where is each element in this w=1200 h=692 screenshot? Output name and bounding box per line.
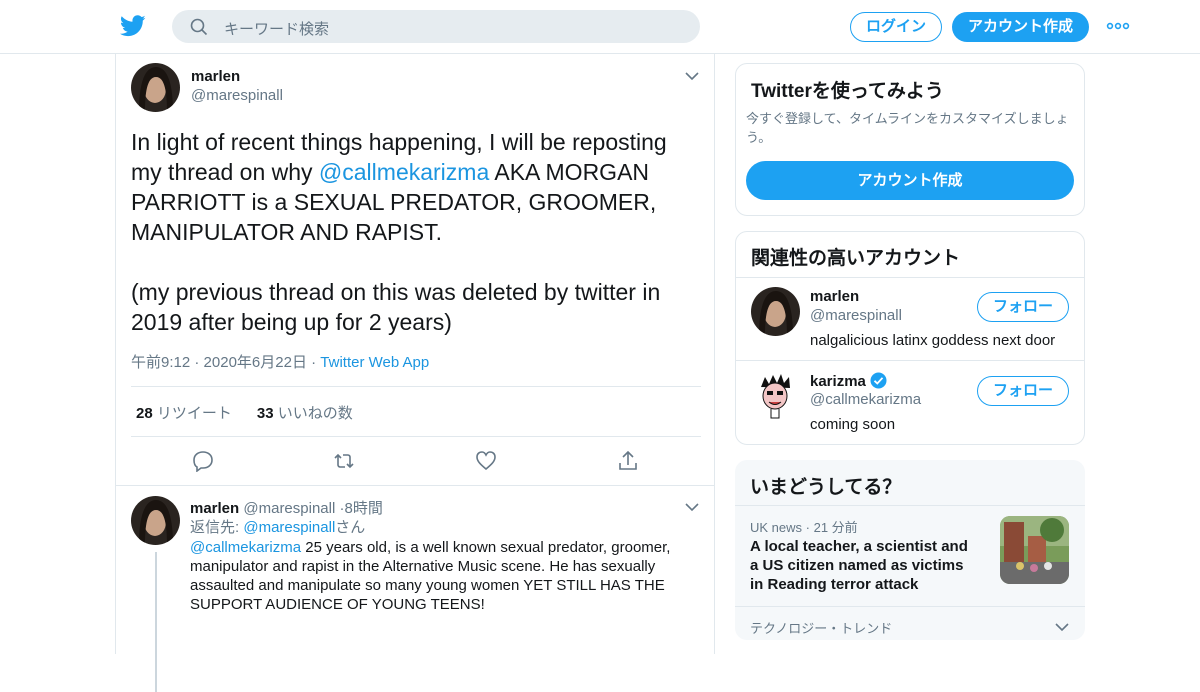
related-account-row[interactable]: karizma @callmekarizma coming soon フォロー bbox=[736, 361, 1084, 444]
trends-card-title: いまどうしてる？ bbox=[750, 477, 902, 498]
reply-to-handle[interactable]: @marespinall bbox=[243, 519, 335, 536]
share-icon[interactable] bbox=[617, 450, 639, 472]
mention-link[interactable]: @callmekarizma bbox=[190, 539, 301, 556]
trend-thumbnail-image bbox=[1000, 516, 1069, 584]
tweet-stats: 28 リツイート 33 いいねの数 bbox=[136, 402, 353, 423]
related-account-row[interactable]: marlen @marespinall nalgalicious latinx … bbox=[736, 278, 1084, 360]
reply-to-suffix: さん bbox=[335, 519, 366, 536]
twitter-logo-icon[interactable] bbox=[120, 14, 146, 38]
reply-age[interactable]: 8時間 bbox=[344, 500, 382, 517]
signup-card: Twitterを使ってみよう 今すぐ登録して、タイムラインをカスタマイズしましょ… bbox=[735, 63, 1085, 216]
trend-item[interactable]: UK news · 21 分前 A local teacher, a scien… bbox=[735, 506, 1085, 606]
reply-icon[interactable] bbox=[192, 450, 214, 472]
author-avatar-image bbox=[131, 63, 180, 112]
reply-text: @callmekarizma 25 years old, is a well k… bbox=[190, 538, 700, 614]
avatar[interactable] bbox=[751, 371, 800, 420]
trend-source: UK news bbox=[750, 520, 803, 535]
trends-card: いまどうしてる？ UK news · 21 分前 A local teacher… bbox=[735, 460, 1085, 640]
related-account-avatar-image bbox=[751, 371, 800, 420]
verified-badge-icon bbox=[870, 372, 887, 389]
related-account-name[interactable]: marlen bbox=[810, 288, 859, 305]
login-button[interactable]: ログイン bbox=[850, 12, 942, 42]
author-handle[interactable]: @marespinall bbox=[191, 87, 283, 104]
reply-header: marlen @marespinall ·8時間 bbox=[190, 497, 383, 518]
search-bar[interactable]: キーワード検索 bbox=[172, 10, 700, 43]
related-account-bio: coming soon bbox=[810, 416, 896, 433]
search-icon bbox=[190, 18, 208, 36]
trend-category[interactable]: テクノロジー・トレンド bbox=[750, 618, 892, 637]
mention-link[interactable]: @callmekarizma bbox=[319, 159, 489, 185]
follow-button[interactable]: フォロー bbox=[977, 292, 1069, 322]
avatar[interactable] bbox=[131, 496, 180, 545]
retweet-count-label: リツイート bbox=[156, 405, 232, 422]
related-account-bio: nalgalicious latinx goddess next door bbox=[810, 332, 1056, 349]
top-bar: キーワード検索 ログイン アカウント作成 bbox=[0, 0, 1200, 54]
divider bbox=[131, 436, 701, 437]
trend-source-line: UK news · 21 分前 bbox=[750, 520, 858, 535]
tweet-text: In light of recent things happening, I w… bbox=[131, 127, 701, 337]
author-name[interactable]: marlen bbox=[191, 68, 240, 85]
trend-thumbnail[interactable] bbox=[1000, 516, 1069, 584]
reply-to-prefix: 返信先: bbox=[190, 519, 244, 536]
related-accounts-card: 関連性の高いアカウント marlen @marespinall nalgalic… bbox=[735, 231, 1085, 445]
follow-button[interactable]: フォロー bbox=[977, 376, 1069, 406]
retweet-count-value: 28 bbox=[136, 405, 153, 422]
tweet-text-part: AKA MORGAN PARRIOTT is a SEXUAL PREDATOR… bbox=[131, 159, 661, 335]
tweet-app[interactable]: Twitter Web App bbox=[320, 354, 429, 371]
avatar[interactable] bbox=[131, 63, 180, 112]
like-count[interactable]: 33 いいねの数 bbox=[257, 405, 353, 422]
signup-button[interactable]: アカウント作成 bbox=[952, 12, 1089, 42]
tweet-meta: 午前9:12 · 2020年6月22日 · Twitter Web App bbox=[131, 354, 430, 371]
related-account-name-wrap[interactable]: karizma bbox=[810, 372, 887, 390]
related-card-title: 関連性の高いアカウント bbox=[751, 248, 961, 269]
search-input[interactable]: キーワード検索 bbox=[224, 18, 329, 39]
more-icon[interactable] bbox=[1106, 18, 1130, 34]
retweet-icon[interactable] bbox=[333, 450, 355, 472]
main-timeline: marlen @marespinall In light of recent t… bbox=[115, 54, 715, 692]
related-account-handle[interactable]: @callmekarizma bbox=[810, 391, 921, 408]
tweet-time[interactable]: 午前9:12 bbox=[131, 354, 190, 371]
signup-card-title: Twitterを使ってみよう bbox=[751, 81, 944, 102]
tweet-date[interactable]: 2020年6月22日 bbox=[204, 354, 307, 371]
chevron-down-icon[interactable] bbox=[685, 502, 699, 512]
chevron-down-icon[interactable] bbox=[1055, 622, 1069, 632]
reply-author-avatar-image bbox=[131, 496, 180, 545]
signup-card-button[interactable]: アカウント作成 bbox=[746, 161, 1074, 200]
like-icon[interactable] bbox=[475, 450, 497, 472]
thread-line bbox=[155, 552, 157, 692]
avatar[interactable] bbox=[751, 287, 800, 336]
divider bbox=[735, 606, 1085, 607]
reply-tweet[interactable]: marlen @marespinall ·8時間 返信先: @marespina… bbox=[116, 485, 714, 692]
like-count-value: 33 bbox=[256, 405, 274, 422]
related-account-avatar-image bbox=[751, 287, 800, 336]
reply-author-name[interactable]: marlen bbox=[190, 500, 239, 517]
related-account-name[interactable]: karizma bbox=[810, 373, 866, 390]
divider bbox=[131, 386, 701, 387]
related-account-handle[interactable]: @marespinall bbox=[810, 307, 902, 324]
chevron-down-icon[interactable] bbox=[685, 71, 699, 81]
reply-to-line: 返信先: @marespinallさん bbox=[190, 518, 700, 537]
signup-card-description: 今すぐ登録して、タイムラインをカスタマイズしましょう。 bbox=[746, 111, 1069, 145]
like-count-label: いいねの数 bbox=[277, 405, 353, 422]
trend-age: 21 分前 bbox=[813, 520, 858, 535]
trend-headline[interactable]: A local teacher, a scientist and a US ci… bbox=[750, 537, 980, 594]
retweet-count[interactable]: 28 リツイート bbox=[136, 405, 232, 422]
reply-author-handle[interactable]: @marespinall bbox=[243, 500, 335, 517]
